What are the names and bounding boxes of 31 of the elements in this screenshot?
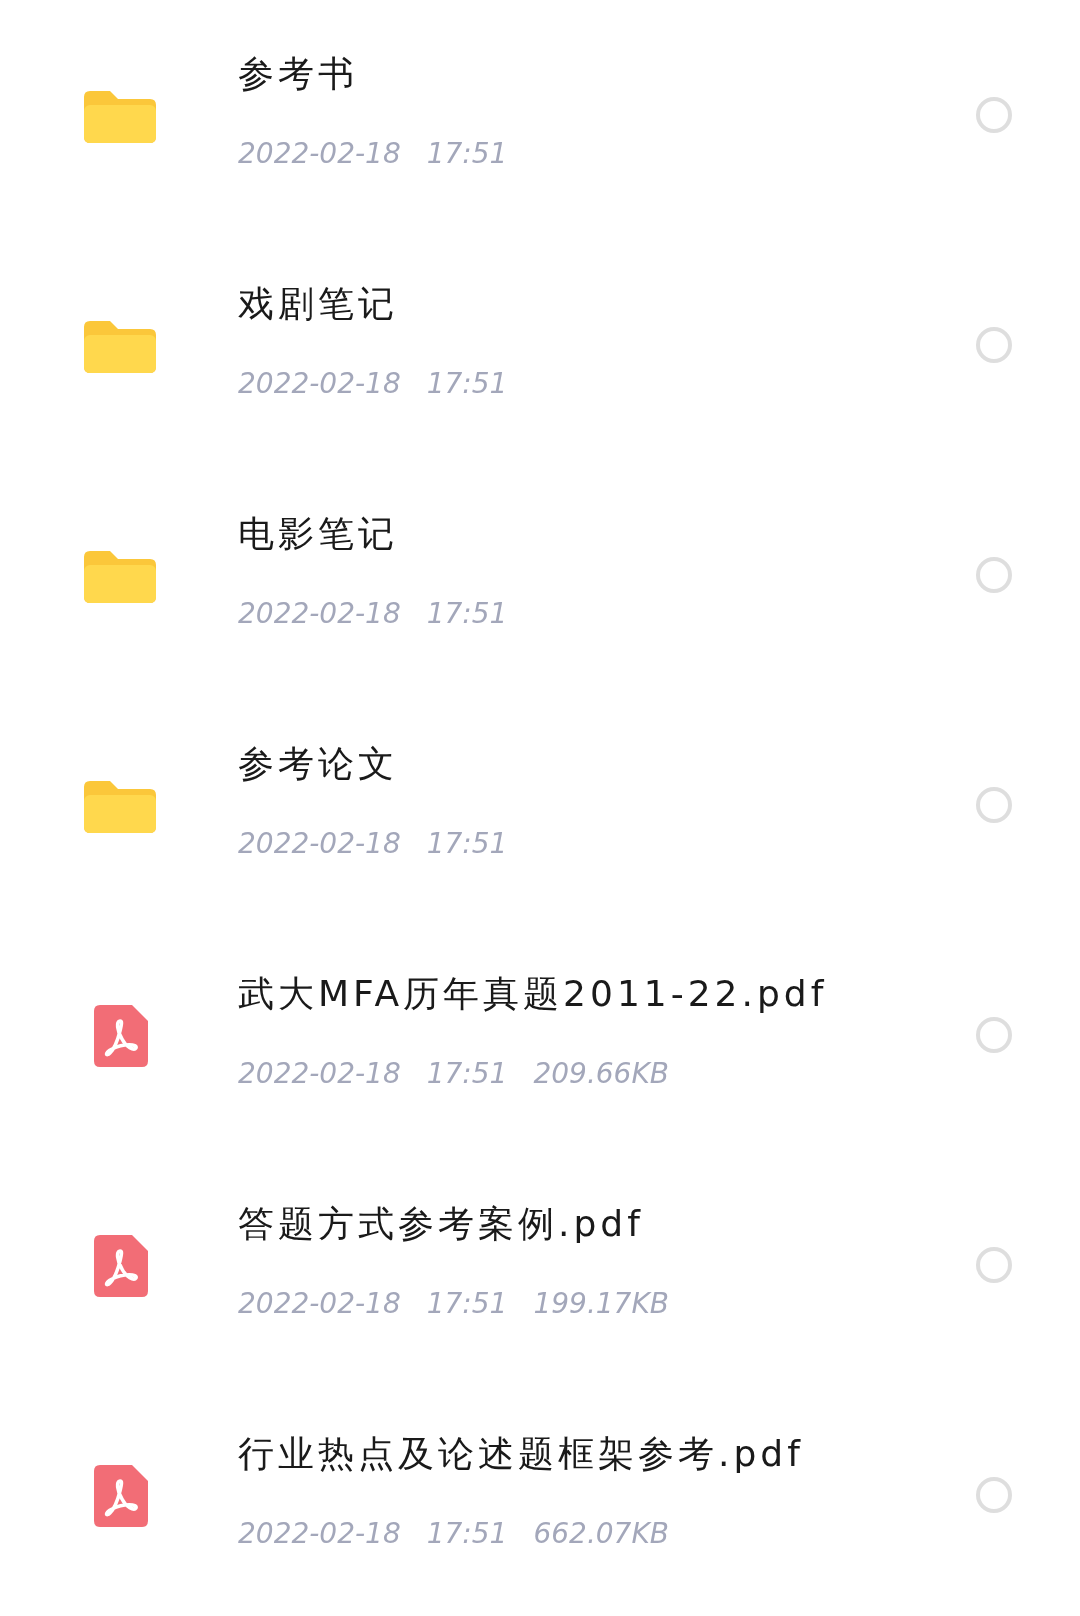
select-radio[interactable] bbox=[976, 327, 1012, 363]
select-radio[interactable] bbox=[976, 1477, 1012, 1513]
select-radio[interactable] bbox=[976, 97, 1012, 133]
select-radio[interactable] bbox=[976, 1247, 1012, 1283]
file-name: 戏剧笔记 bbox=[238, 282, 399, 326]
file-size: 662.07KB bbox=[533, 1517, 669, 1550]
file-name: 参考论文 bbox=[238, 742, 399, 786]
file-date: 2022-02-18 bbox=[238, 1517, 401, 1550]
file-date: 2022-02-18 bbox=[238, 1057, 401, 1090]
file-time: 17:51 bbox=[426, 827, 508, 860]
file-name: 武大MFA历年真题2011-22.pdf bbox=[238, 972, 829, 1016]
file-time: 17:51 bbox=[426, 137, 508, 170]
file-date: 2022-02-18 bbox=[238, 1287, 401, 1320]
file-date: 2022-02-18 bbox=[238, 367, 401, 400]
file-date: 2022-02-18 bbox=[238, 137, 401, 170]
file-date: 2022-02-18 bbox=[238, 597, 401, 630]
file-date: 2022-02-18 bbox=[238, 827, 401, 860]
file-time: 17:51 bbox=[426, 1057, 508, 1090]
file-time: 17:51 bbox=[426, 597, 508, 630]
file-size: 199.17KB bbox=[533, 1287, 669, 1320]
file-name: 答题方式参考案例.pdf bbox=[238, 1202, 645, 1246]
file-time: 17:51 bbox=[426, 1517, 508, 1550]
file-name: 行业热点及论述题框架参考.pdf bbox=[238, 1432, 805, 1476]
file-size: 209.66KB bbox=[533, 1057, 669, 1090]
file-time: 17:51 bbox=[426, 367, 508, 400]
file-time: 17:51 bbox=[426, 1287, 508, 1320]
select-radio[interactable] bbox=[976, 787, 1012, 823]
select-radio[interactable] bbox=[976, 557, 1012, 593]
file-name: 电影笔记 bbox=[238, 512, 399, 556]
file-name: 参考书 bbox=[238, 52, 359, 96]
select-radio[interactable] bbox=[976, 1017, 1012, 1053]
